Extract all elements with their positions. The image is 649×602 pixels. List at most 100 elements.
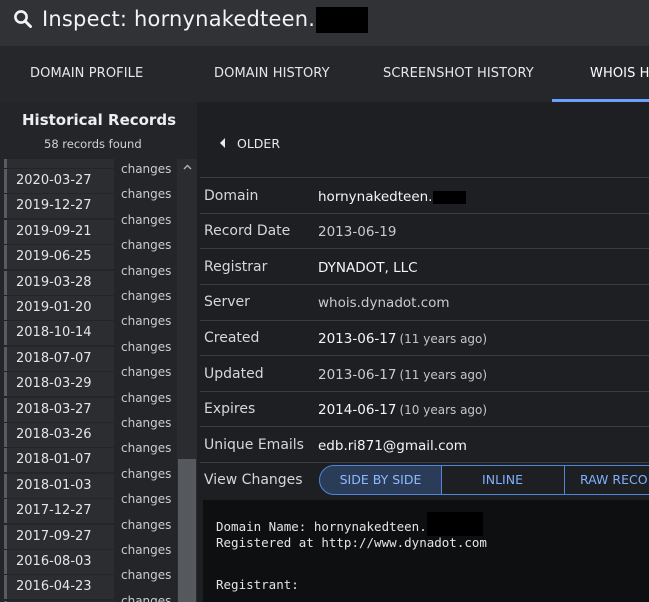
changes-label[interactable]: changes bbox=[121, 492, 171, 506]
raw-line-domain-text: Domain Name: hornynakedteen. bbox=[216, 519, 427, 534]
date-item[interactable]: 2019-06-25 bbox=[4, 245, 114, 270]
changes-label[interactable]: changes bbox=[121, 289, 171, 303]
top-bar: Inspect: hornynakedteen. bbox=[0, 0, 649, 46]
changes-label[interactable]: changes bbox=[121, 365, 171, 379]
raw-record-button[interactable]: RAW RECO bbox=[564, 465, 649, 495]
created-date: 2013-06-17 bbox=[318, 331, 397, 347]
divider bbox=[200, 426, 649, 427]
historical-records-sidebar: Historical Records 58 records found 2020… bbox=[0, 102, 197, 602]
record-date-value: 2013-06-19 bbox=[318, 224, 397, 240]
divider bbox=[200, 355, 649, 356]
page-title-text: Inspect: hornynakedteen. bbox=[42, 7, 316, 31]
scroll-up-icon[interactable] bbox=[183, 164, 192, 170]
changes-label[interactable]: changes bbox=[121, 594, 171, 602]
expires-date: 2014-06-17 bbox=[318, 402, 397, 418]
inline-button[interactable]: INLINE bbox=[441, 465, 565, 495]
changes-label[interactable]: changes bbox=[121, 441, 171, 455]
older-label: OLDER bbox=[237, 136, 281, 151]
side-by-side-button[interactable]: SIDE BY SIDE bbox=[319, 465, 442, 495]
tab-domain-profile[interactable]: DOMAIN PROFILE bbox=[30, 46, 143, 102]
sidebar-title: Historical Records bbox=[22, 111, 176, 129]
unique-emails-value[interactable]: edb.ri871@gmail.com bbox=[318, 438, 467, 454]
active-tab-indicator bbox=[552, 99, 649, 102]
created-value: 2013-06-17 (11 years ago) bbox=[318, 331, 487, 347]
changes-label[interactable]: changes bbox=[121, 340, 171, 354]
record-date-label: Record Date bbox=[204, 223, 291, 239]
server-label: Server bbox=[204, 294, 250, 310]
divider bbox=[200, 248, 649, 249]
registrar-label: Registrar bbox=[204, 259, 268, 275]
tab-whois-history[interactable]: WHOIS H bbox=[590, 46, 649, 102]
divider bbox=[200, 177, 649, 178]
date-item-partial[interactable] bbox=[4, 159, 114, 168]
date-item[interactable]: 2019-09-21 bbox=[4, 219, 114, 244]
changes-label[interactable]: changes bbox=[121, 391, 171, 405]
changes-label[interactable]: changes bbox=[121, 238, 171, 252]
tab-domain-history[interactable]: DOMAIN HISTORY bbox=[214, 46, 330, 102]
updated-value: 2013-06-17 (11 years ago) bbox=[318, 367, 487, 383]
changes-label[interactable]: changes bbox=[121, 187, 171, 201]
updated-date: 2013-06-17 bbox=[318, 367, 397, 383]
scrollbar-thumb[interactable] bbox=[178, 459, 196, 602]
registrar-value: DYNADOT, LLC bbox=[318, 260, 418, 276]
changes-label[interactable]: changes bbox=[121, 568, 171, 582]
unique-emails-label: Unique Emails bbox=[204, 437, 304, 453]
record-date-list: 2020-03-27 2019-12-27 2019-09-21 2019-06-25… bbox=[4, 159, 114, 602]
divider bbox=[200, 284, 649, 285]
expires-value: 2014-06-17 (10 years ago) bbox=[318, 402, 487, 418]
server-value: whois.dynadot.com bbox=[318, 295, 450, 311]
domain-value-text: hornynakedteen. bbox=[318, 189, 433, 205]
date-item[interactable]: 2019-12-27 bbox=[4, 194, 114, 219]
changes-label[interactable]: changes bbox=[121, 467, 171, 481]
raw-line-registered: Registered at http://www.dynadot.com bbox=[216, 535, 487, 550]
created-age: (11 years ago) bbox=[399, 332, 488, 346]
date-item[interactable]: 2018-10-14 bbox=[4, 321, 114, 346]
raw-line-domain: Domain Name: hornynakedteen. bbox=[216, 512, 483, 536]
date-item[interactable]: 2018-03-29 bbox=[4, 372, 114, 397]
search-icon bbox=[14, 10, 32, 28]
changes-label[interactable]: changes bbox=[121, 416, 171, 430]
raw-line-registrant: Registrant: bbox=[216, 577, 299, 592]
changes-column: changes changes changes changes changes chang… bbox=[114, 159, 176, 602]
changes-label[interactable]: changes bbox=[121, 543, 171, 557]
changes-label[interactable]: changes bbox=[121, 314, 171, 328]
date-item[interactable]: 2018-07-07 bbox=[4, 346, 114, 371]
redaction-box bbox=[426, 512, 483, 536]
expires-age: (10 years ago) bbox=[399, 403, 488, 417]
domain-label: Domain bbox=[204, 188, 259, 204]
redaction-box bbox=[433, 190, 467, 204]
divider bbox=[200, 391, 649, 392]
date-item[interactable]: 2019-03-28 bbox=[4, 270, 114, 295]
date-item[interactable]: 2018-03-26 bbox=[4, 423, 114, 447]
date-item[interactable]: 2016-04-23 bbox=[4, 575, 114, 600]
created-label: Created bbox=[204, 330, 260, 346]
chevron-left-icon bbox=[220, 138, 225, 148]
date-item[interactable]: 2016-08-03 bbox=[4, 550, 114, 574]
tab-bar: DOMAIN PROFILE DOMAIN HISTORY SCREENSHOT… bbox=[0, 46, 649, 102]
date-item[interactable]: 2020-03-27 bbox=[4, 169, 114, 193]
changes-label[interactable]: changes bbox=[121, 213, 171, 227]
date-item[interactable]: 2018-03-27 bbox=[4, 397, 114, 422]
view-changes-label: View Changes bbox=[204, 472, 303, 488]
raw-record-panel: Domain Name: hornynakedteen. Registered … bbox=[203, 500, 649, 602]
date-item[interactable]: 2017-12-27 bbox=[4, 499, 114, 524]
date-item[interactable]: 2017-09-27 bbox=[4, 524, 114, 549]
divider bbox=[200, 213, 649, 214]
updated-label: Updated bbox=[204, 366, 264, 382]
changes-label[interactable]: changes bbox=[121, 518, 171, 532]
updated-age: (11 years ago) bbox=[399, 368, 488, 382]
changes-label[interactable]: changes bbox=[121, 264, 171, 278]
divider bbox=[200, 462, 649, 463]
page-title: Inspect: hornynakedteen. bbox=[42, 5, 369, 33]
date-item[interactable]: 2019-01-20 bbox=[4, 296, 114, 320]
expires-label: Expires bbox=[204, 401, 256, 417]
date-item[interactable]: 2018-01-03 bbox=[4, 473, 114, 498]
older-button[interactable]: OLDER bbox=[220, 136, 280, 151]
domain-value: hornynakedteen. bbox=[318, 189, 467, 205]
redaction-box bbox=[316, 7, 369, 33]
changes-label[interactable]: changes bbox=[121, 162, 171, 176]
records-count: 58 records found bbox=[44, 137, 142, 151]
date-item[interactable]: 2018-01-07 bbox=[4, 448, 114, 473]
tab-screenshot-history[interactable]: SCREENSHOT HISTORY bbox=[383, 46, 534, 102]
divider bbox=[200, 320, 649, 321]
